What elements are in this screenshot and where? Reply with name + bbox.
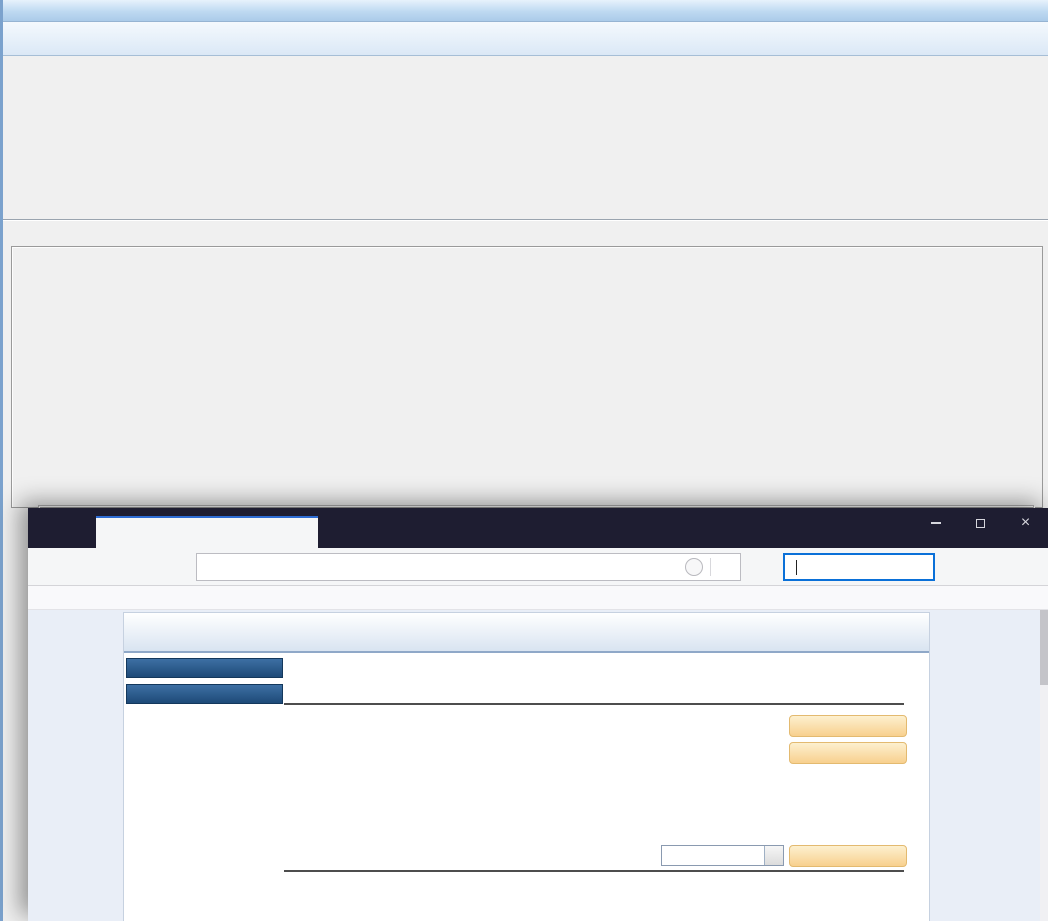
divider bbox=[284, 703, 904, 705]
reload-icon[interactable] bbox=[106, 555, 132, 579]
forward-icon[interactable] bbox=[72, 555, 98, 579]
minimize-button[interactable] bbox=[913, 508, 958, 538]
browser-titlebar[interactable]: × bbox=[28, 508, 1048, 548]
menu-hamburger-icon[interactable] bbox=[1020, 555, 1046, 579]
web-page bbox=[28, 610, 1048, 921]
nav-button-search[interactable] bbox=[126, 684, 283, 704]
site-container bbox=[123, 612, 930, 921]
show-in-map-button[interactable] bbox=[789, 742, 907, 764]
goto-select[interactable] bbox=[661, 845, 784, 866]
maximize-button[interactable] bbox=[958, 508, 1003, 538]
zoom-level-badge[interactable] bbox=[685, 558, 703, 576]
app-titlebar[interactable] bbox=[3, 0, 1048, 22]
nav-button-home[interactable] bbox=[126, 658, 283, 678]
close-button[interactable]: × bbox=[1003, 508, 1048, 538]
divider bbox=[3, 219, 1048, 221]
back-icon[interactable] bbox=[38, 555, 64, 579]
scrollbar-thumb[interactable] bbox=[1040, 610, 1048, 685]
active-tab-stripe bbox=[96, 516, 318, 518]
window-controls: × bbox=[913, 508, 1048, 538]
bookmarks-bar bbox=[28, 586, 1048, 610]
browser-window: × bbox=[28, 508, 1048, 921]
divider bbox=[284, 870, 904, 872]
goto-button[interactable] bbox=[789, 845, 907, 867]
browser-navbar bbox=[28, 548, 1048, 586]
site-header bbox=[124, 613, 929, 653]
library-icon[interactable] bbox=[948, 555, 974, 579]
urlbar-separator bbox=[710, 558, 711, 576]
page-scrollbar[interactable] bbox=[1040, 610, 1048, 921]
home-icon[interactable] bbox=[140, 555, 166, 579]
chevron-down-icon[interactable] bbox=[764, 846, 783, 865]
sidebar-toggle-icon[interactable] bbox=[983, 555, 1009, 579]
url-bar[interactable] bbox=[196, 553, 741, 581]
info-to-date-button[interactable] bbox=[789, 715, 907, 737]
browser-tab[interactable] bbox=[96, 516, 318, 548]
search-input[interactable] bbox=[783, 553, 935, 581]
text-caret bbox=[796, 560, 797, 575]
app-toolbar bbox=[3, 22, 1048, 56]
detail-panel bbox=[11, 246, 1043, 508]
